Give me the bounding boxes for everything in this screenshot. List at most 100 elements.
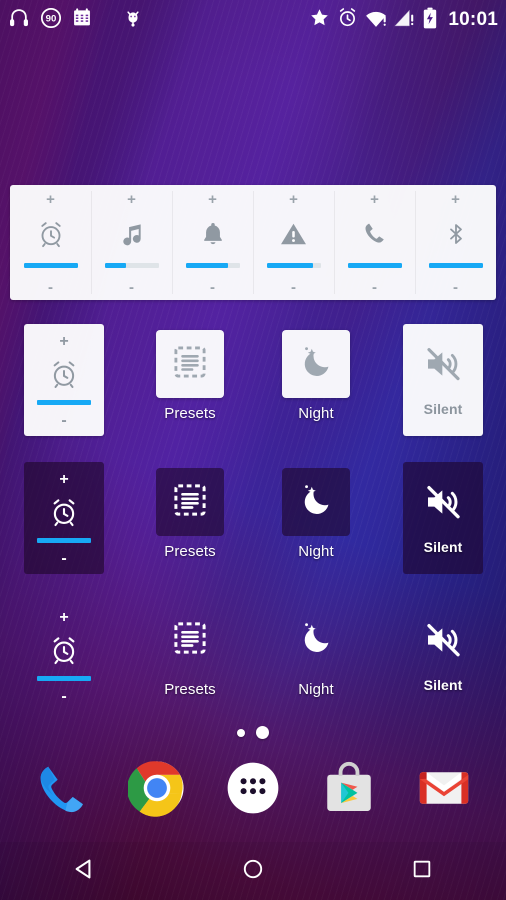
alarm-volume-slider[interactable] (37, 537, 91, 543)
alarm-volume-slider[interactable] (37, 399, 91, 405)
warning-icon (279, 218, 308, 250)
apps-grid-icon (224, 759, 282, 822)
page-dot-2-active[interactable] (256, 726, 269, 739)
silent-label: Silent (423, 676, 463, 693)
alarm-volume-widget-dark[interactable]: + - (24, 462, 104, 574)
volume-down-button-system[interactable]: - (291, 280, 296, 295)
bluetooth-icon (444, 218, 468, 250)
dock (0, 752, 506, 828)
volume-down-button-notification[interactable]: - (210, 280, 215, 295)
volume-down-button[interactable]: - (61, 550, 66, 566)
moon-star-icon (298, 344, 334, 385)
volume-column-system[interactable]: + - (253, 185, 334, 300)
app-drawer[interactable] (219, 756, 287, 824)
volume-slider-system[interactable] (266, 262, 321, 268)
moon-star-icon (298, 620, 334, 661)
volume-up-button-call[interactable]: + (370, 192, 379, 207)
presets-label: Presets (164, 405, 216, 422)
volume-up-button-music[interactable]: + (127, 192, 136, 207)
presets-shortcut-light[interactable]: Presets (142, 330, 238, 422)
wifi-warning-icon (365, 8, 387, 33)
phone-app[interactable] (28, 756, 96, 824)
volume-down-button-alarm[interactable]: - (48, 280, 53, 295)
chrome-app[interactable] (123, 756, 191, 824)
presets-shortcut-dark[interactable]: Presets (142, 468, 238, 560)
volume-slider-music[interactable] (104, 262, 159, 268)
home-circle-icon (241, 857, 265, 886)
volume-slider-notification[interactable] (185, 262, 240, 268)
alarm-clock-icon (37, 218, 65, 250)
cell-signal-warning-icon (394, 8, 415, 33)
volume-down-button-bluetooth[interactable]: - (453, 280, 458, 295)
volume-slider-call[interactable] (347, 262, 402, 268)
alarm-volume-widget-transparent[interactable]: + - (24, 600, 104, 712)
volume-up-button-notification[interactable]: + (208, 192, 217, 207)
night-label: Night (298, 543, 334, 560)
alarm-clock-icon (49, 495, 79, 529)
headphones-icon (8, 7, 30, 34)
volume-mute-icon (423, 482, 463, 527)
recents-button[interactable] (387, 849, 457, 893)
status-bar-notifications: 90 (8, 7, 142, 34)
play-store-icon (320, 759, 378, 822)
volume-column-call[interactable]: + - (334, 185, 415, 300)
alarm-volume-widget-light[interactable]: + - (24, 324, 104, 436)
recents-square-icon (411, 858, 433, 885)
svg-text:90: 90 (46, 13, 57, 24)
alarm-clock-icon (49, 357, 79, 391)
chrome-icon (127, 759, 186, 822)
gmail-app[interactable] (410, 756, 478, 824)
night-shortcut-transparent[interactable]: Night (268, 606, 364, 698)
volume-slider-alarm[interactable] (23, 262, 78, 268)
widget-row-dark: + - Presets Night Silent (0, 462, 506, 582)
presets-label: Presets (164, 543, 216, 560)
back-triangle-icon (71, 856, 97, 887)
silent-label: Silent (423, 538, 463, 555)
phone-handset-icon (362, 218, 388, 250)
volume-down-button-music[interactable]: - (129, 280, 134, 295)
volume-column-bluetooth[interactable]: + - (415, 185, 496, 300)
status-bar-system-icons: 10:01 (309, 7, 498, 34)
volume-up-button[interactable]: + (59, 334, 68, 350)
widget-row-light: + - Presets Night Silent (0, 324, 506, 444)
gmail-icon (415, 759, 473, 822)
phone-icon (33, 759, 91, 822)
volume-down-button-call[interactable]: - (372, 280, 377, 295)
bell-icon (200, 218, 226, 250)
volume-column-music[interactable]: + - (91, 185, 172, 300)
music-note-icon (119, 218, 145, 250)
play-store-app[interactable] (315, 756, 383, 824)
night-label: Night (298, 405, 334, 422)
night-shortcut-light[interactable]: Night (268, 330, 364, 422)
volume-up-button-system[interactable]: + (289, 192, 298, 207)
android-home-screen: 90 10:01 + - + - + - + - + - + - + - Pre… (0, 0, 506, 900)
widget-row-transparent: + - Presets Night Silent (0, 600, 506, 720)
volume-slider-bluetooth[interactable] (428, 262, 483, 268)
silent-shortcut-dark[interactable]: Silent (403, 462, 483, 574)
alarm-clock-icon (49, 633, 79, 667)
star-icon (309, 7, 330, 33)
page-dot-1[interactable] (237, 728, 245, 737)
volume-up-button-bluetooth[interactable]: + (451, 192, 460, 207)
calendar-icon (72, 7, 92, 33)
presets-shortcut-transparent[interactable]: Presets (142, 606, 238, 698)
volume-up-button-alarm[interactable]: + (46, 192, 55, 207)
night-shortcut-dark[interactable]: Night (268, 468, 364, 560)
volume-column-notification[interactable]: + - (172, 185, 253, 300)
battery-saver-90-icon: 90 (40, 7, 62, 34)
back-button[interactable] (49, 849, 119, 893)
bug-droid-icon (124, 8, 142, 33)
volume-up-button[interactable]: + (59, 472, 68, 488)
volume-down-button[interactable]: - (61, 688, 66, 704)
volume-down-button[interactable]: - (61, 412, 66, 428)
volume-up-button[interactable]: + (59, 610, 68, 626)
volume-panel-widget[interactable]: + - + - + - + - + - + - (10, 185, 496, 300)
silent-label: Silent (423, 400, 463, 417)
alarm-set-icon (337, 7, 358, 33)
silent-shortcut-light[interactable]: Silent (403, 324, 483, 436)
volume-mute-icon (423, 620, 463, 665)
home-button[interactable] (218, 849, 288, 893)
alarm-volume-slider[interactable] (37, 675, 91, 681)
silent-shortcut-transparent[interactable]: Silent (403, 600, 483, 712)
volume-column-alarm[interactable]: + - (10, 185, 91, 300)
